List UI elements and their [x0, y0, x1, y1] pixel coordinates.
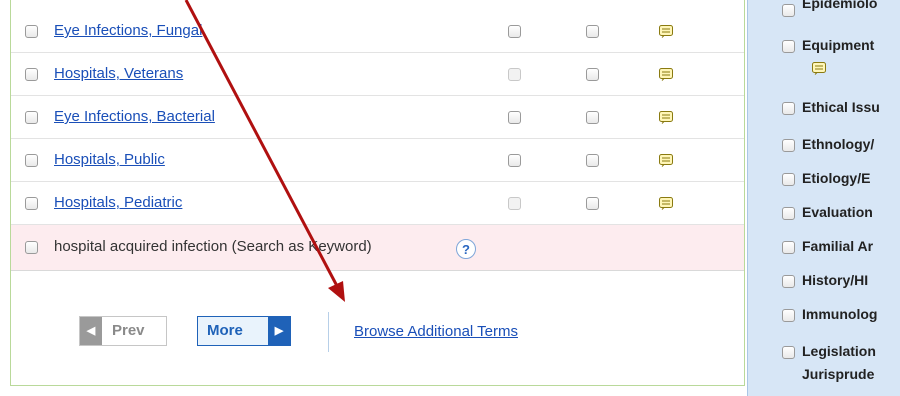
select-checkbox[interactable] [25, 197, 38, 210]
chevron-right-icon: ▶ [268, 317, 290, 345]
result-row: Hospitals, Pediatric [11, 182, 744, 225]
restrict-checkbox[interactable] [508, 25, 521, 38]
subheading-label: Ethnology/ [802, 136, 875, 152]
result-row: Eye Infections, Fungal [11, 10, 744, 53]
term-link[interactable]: Hospitals, Veterans [54, 65, 183, 82]
restrict-checkbox[interactable] [508, 154, 521, 167]
select-checkbox[interactable] [25, 154, 38, 167]
keyword-text: hospital acquired infection (Search as K… [54, 238, 372, 255]
subheading-checkbox[interactable] [782, 139, 795, 152]
note-icon[interactable] [659, 197, 673, 210]
note-icon[interactable] [659, 25, 673, 38]
note-icon[interactable] [659, 68, 673, 81]
subheading-checkbox[interactable] [782, 275, 795, 288]
term-link[interactable]: Hospitals, Pediatric [54, 194, 182, 211]
subheading-checkbox[interactable] [782, 241, 795, 254]
note-icon[interactable] [659, 111, 673, 124]
subheading-checkbox[interactable] [782, 207, 795, 220]
keyword-row: hospital acquired infection (Search as K… [11, 225, 744, 271]
subheading-label: Evaluation [802, 204, 873, 220]
term-link[interactable]: Hospitals, Public [54, 151, 165, 168]
exclude-checkbox[interactable] [586, 68, 599, 81]
subheading-checkbox[interactable] [782, 173, 795, 186]
exclude-checkbox[interactable] [586, 197, 599, 210]
exclude-checkbox[interactable] [586, 25, 599, 38]
select-checkbox[interactable] [25, 111, 38, 124]
subheading-checkbox[interactable] [782, 346, 795, 359]
term-link[interactable]: Eye Infections, Bacterial [54, 108, 215, 125]
prev-label: Prev [112, 322, 145, 339]
subheadings-panel: Epidemiolo Equipment Ethical Issu Ethnol… [747, 0, 900, 396]
chevron-left-icon: ◀ [80, 317, 102, 345]
results-panel: Eye Infections, Fungal Hospitals, Vetera… [10, 0, 745, 386]
more-label: More [207, 322, 243, 339]
result-row: Hospitals, Public [11, 139, 744, 182]
subheading-label: Familial Ar [802, 238, 874, 254]
subheading-label: History/HI [802, 272, 869, 288]
prev-button[interactable]: ◀ Prev [79, 316, 167, 346]
subheading-label: Epidemiolo [802, 0, 878, 11]
result-row: Eye Infections, Bacterial [11, 96, 744, 139]
divider [328, 312, 329, 352]
subheading-label: Jurisprude [802, 366, 875, 382]
subheading-label: Equipment [802, 37, 875, 53]
subheading-checkbox[interactable] [782, 102, 795, 115]
subheading-label: Immunolog [802, 306, 878, 322]
exclude-checkbox[interactable] [586, 154, 599, 167]
subheading-checkbox[interactable] [782, 309, 795, 322]
exclude-checkbox[interactable] [586, 111, 599, 124]
restrict-checkbox [508, 197, 521, 210]
term-link[interactable]: Eye Infections, Fungal [54, 22, 202, 39]
select-checkbox[interactable] [25, 25, 38, 38]
subheading-label: Etiology/E [802, 170, 871, 186]
subheading-checkbox[interactable] [782, 40, 795, 53]
note-icon[interactable] [812, 62, 826, 75]
help-icon[interactable]: ? [456, 239, 476, 259]
result-row: Hospitals, Veterans [11, 53, 744, 96]
browse-additional-terms-link[interactable]: Browse Additional Terms [354, 323, 518, 340]
more-button[interactable]: More ▶ [197, 316, 291, 346]
keyword-checkbox[interactable] [25, 241, 38, 254]
subheading-label: Ethical Issu [802, 99, 880, 115]
restrict-checkbox [508, 68, 521, 81]
note-icon[interactable] [659, 154, 673, 167]
restrict-checkbox[interactable] [508, 111, 521, 124]
select-checkbox[interactable] [25, 68, 38, 81]
subheading-label: Legislation [802, 343, 876, 359]
subheading-checkbox[interactable] [782, 4, 795, 17]
